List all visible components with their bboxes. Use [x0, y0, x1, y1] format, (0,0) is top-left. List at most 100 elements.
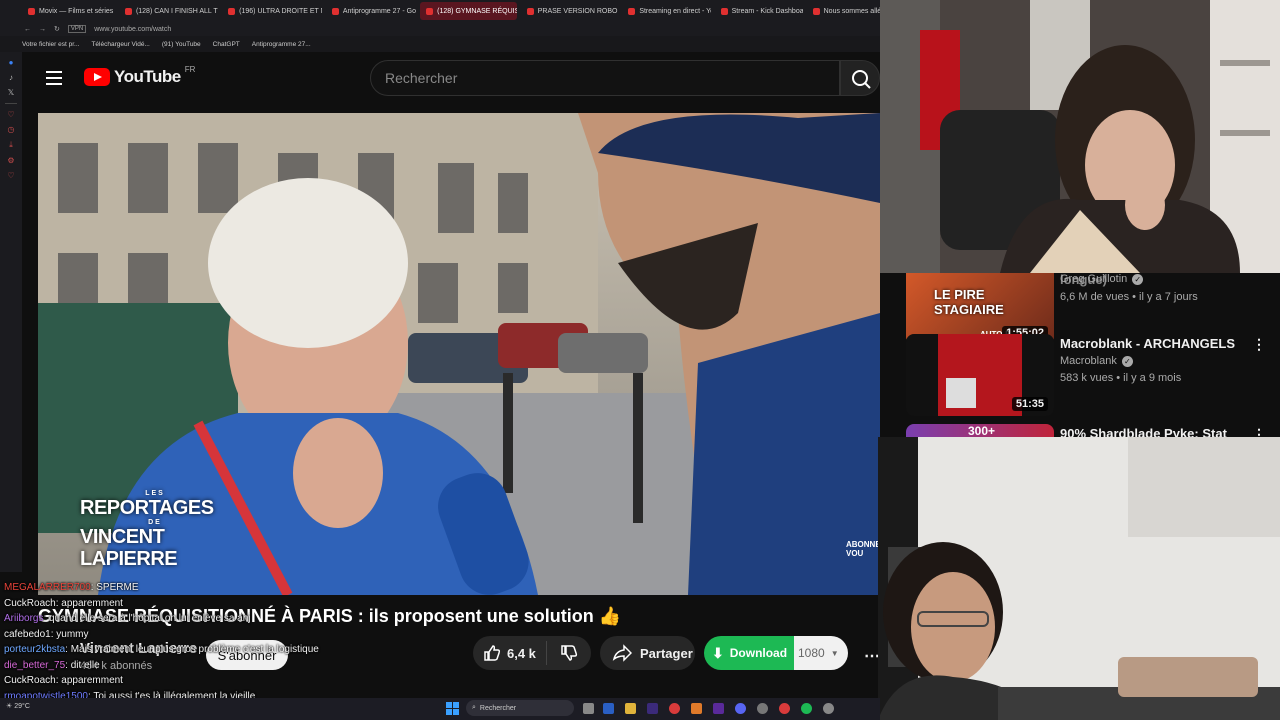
file-explorer-icon[interactable] [625, 703, 636, 714]
tab-favicon-icon [426, 7, 434, 15]
browser-tab[interactable]: (128) GYMNASE RÉQUISIT [420, 2, 517, 20]
browser-sidebar: ● ♪ 𝕏 ♡ ◷ ⤓ ⚙ ♡ [0, 52, 22, 572]
bookmark-item[interactable]: (91) YouTube [162, 41, 201, 48]
premiere-pro-icon[interactable] [713, 703, 724, 714]
address-bar[interactable]: ← → ↻ VPN www.youtube.com/watch [0, 22, 880, 36]
quality-select[interactable]: 1080 ▼ [794, 636, 848, 670]
task-view-icon[interactable] [583, 703, 594, 714]
browser-tab[interactable]: (196) ULTRA DROITE ET MA [222, 2, 322, 20]
tab-favicon-icon [526, 7, 534, 15]
reco-channel[interactable]: Greg Guillotin ✓ [1060, 273, 1144, 285]
youtube-wordmark: YouTube [114, 67, 181, 86]
overlay-line2: VINCENT LAPIERRE [80, 526, 178, 570]
bookmarks-bar: Votre fichier est pr... Téléchargeur Vidé… [0, 36, 880, 52]
share-icon [612, 644, 632, 662]
settings-icon[interactable]: ⚙ [7, 156, 14, 165]
reco-meta: 6,6 M de vues • il y a 7 jours [1060, 291, 1198, 303]
chat-message: cafebedo1: yummy [4, 628, 89, 640]
bookmark-item[interactable]: ChatGPT [213, 41, 240, 48]
x-icon[interactable]: 𝕏 [8, 88, 14, 97]
url-text[interactable]: www.youtube.com/watch [94, 26, 171, 33]
windows-start-icon[interactable] [446, 702, 459, 715]
webcam-top [880, 0, 1280, 273]
corner-text-2: VOU [846, 549, 864, 558]
chat-text: quand elle sera à l'hôpital on lui enlèv… [49, 613, 251, 624]
browser-tab[interactable]: Nous sommes allés [807, 2, 880, 20]
reload-icon[interactable]: ↻ [54, 25, 60, 33]
vpn-badge[interactable]: VPN [67, 25, 87, 33]
back-icon[interactable]: ← [24, 26, 31, 33]
settings-icon[interactable] [823, 703, 834, 714]
hamburger-menu-icon[interactable] [46, 71, 62, 85]
search-button[interactable] [840, 60, 880, 96]
tab-favicon-icon [28, 7, 35, 15]
history-icon[interactable]: ◷ [8, 125, 15, 134]
tab-label: Streaming en direct - You [639, 7, 711, 15]
chat-username[interactable]: porteur2kbsta [4, 644, 65, 655]
reco-channel[interactable]: Macroblank ✓ [1060, 355, 1133, 367]
youtube-logo[interactable]: YouTube FR [84, 64, 196, 87]
webcam-bottom-frame [878, 437, 1280, 720]
like-button[interactable]: 6,4 k [473, 641, 547, 665]
quality-value: 1080 [798, 646, 825, 660]
reco-thumbnail[interactable]: 51:35 [906, 334, 1054, 416]
tab-favicon-icon [124, 7, 132, 15]
forward-icon[interactable]: → [39, 26, 46, 33]
download-button[interactable]: ⬇ Download [704, 636, 794, 670]
reco-item[interactable]: 51:35 Macroblank - ARCHANGELS Macroblank… [906, 334, 1266, 416]
record-icon[interactable] [779, 703, 790, 714]
download-icon[interactable]: ⤓ [9, 140, 13, 150]
country-code: FR [184, 64, 196, 74]
obs-icon[interactable] [757, 703, 768, 714]
chat-username[interactable]: MEGALARRER700 [4, 582, 91, 593]
browser-tab[interactable]: Antiprogramme 27 - Goog [326, 2, 416, 20]
browser-tab[interactable]: PRASE VERSION ROBOPR [521, 2, 618, 20]
chat-username[interactable]: die_better_75 [4, 660, 65, 671]
chat-username[interactable]: Ariiborgs [4, 613, 43, 624]
kebab-menu-icon[interactable]: ⋮ [1252, 336, 1266, 353]
taskbar-search[interactable]: ⌕ Rechercher [466, 700, 574, 716]
dislike-button[interactable] [547, 641, 591, 665]
bookmark-item[interactable]: Antiprogramme 27... [252, 41, 311, 48]
browser-tab[interactable]: Movix — Films et séries en [22, 2, 115, 20]
chat-username[interactable]: cafebedo1 [4, 629, 51, 640]
chat-username[interactable]: CuckRoach [4, 675, 56, 686]
youtube-header: YouTube FR Rechercher [22, 52, 880, 104]
chat-text: apparemment [61, 597, 123, 609]
premiere-icon[interactable] [647, 703, 658, 714]
messenger-icon[interactable]: ● [9, 58, 14, 67]
chat-message: CuckRoach: apparemment [4, 675, 123, 686]
tab-favicon-icon [720, 7, 728, 15]
bookmark-item[interactable]: Téléchargeur Vidé... [91, 41, 149, 48]
chat-text: Mais vraiment leur plus gros problème c'… [70, 644, 319, 655]
photoshop-icon[interactable] [603, 703, 614, 714]
tab-favicon-icon [228, 7, 236, 15]
reco-item[interactable]: 300+ 90% Shardblade Pyke: Stat ⋮ [906, 424, 1266, 438]
spotify-icon[interactable] [801, 703, 812, 714]
weather-icon: ☀ [6, 703, 13, 710]
reco-thumbnail[interactable]: 300+ [906, 424, 1054, 438]
search-input[interactable]: Rechercher [370, 60, 840, 96]
discord-icon[interactable] [735, 703, 746, 714]
divider [5, 103, 17, 104]
corner-text-1: ABONNE [846, 540, 881, 549]
bookmark-item[interactable]: Votre fichier est pr... [22, 41, 79, 48]
tab-label: (128) GYMNASE RÉQUISIT [437, 7, 517, 15]
tab-label: Stream - Kick Dashboard [731, 7, 803, 15]
browser-tab[interactable]: Streaming en direct - You [622, 2, 711, 20]
weather-widget[interactable]: ☀ 29°C [6, 702, 30, 710]
browser-tab[interactable]: Stream - Kick Dashboard [715, 2, 803, 20]
opera-icon[interactable] [669, 703, 680, 714]
app-icon[interactable] [691, 703, 702, 714]
heart-icon[interactable]: ♡ [7, 110, 14, 119]
taskbar-search-label: Rechercher [479, 704, 517, 712]
browser-tab[interactable]: (128) CAN I FINISH ALL THE [119, 2, 218, 20]
heart-icon[interactable]: ♡ [7, 171, 14, 180]
share-button[interactable]: Partager [600, 636, 695, 670]
reco-channel-name: Macroblank [1060, 355, 1117, 367]
verified-icon: ✓ [1121, 355, 1133, 367]
tab-label: Antiprogramme 27 - Goog [342, 7, 417, 15]
reco-title[interactable]: Macroblank - ARCHANGELS [1060, 336, 1240, 351]
chat-username[interactable]: CuckRoach [4, 598, 56, 609]
tiktok-icon[interactable]: ♪ [9, 73, 13, 82]
